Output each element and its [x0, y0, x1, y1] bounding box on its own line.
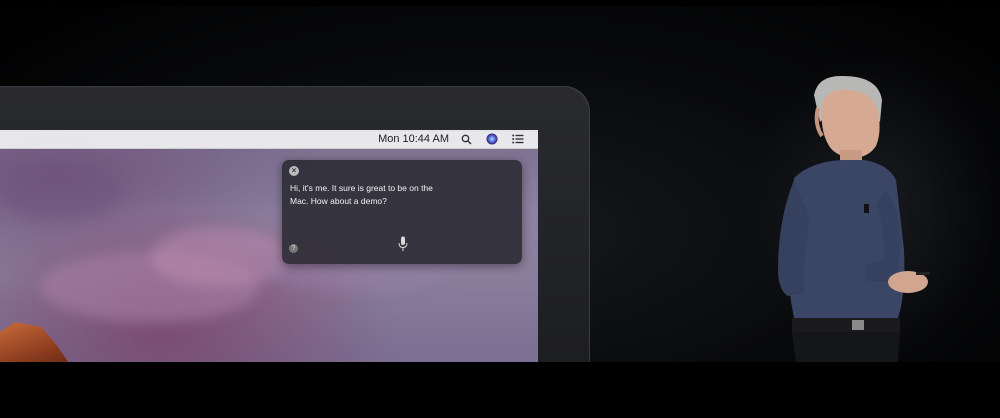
- menu-bar-clock[interactable]: Mon 10:44 AM: [378, 133, 449, 145]
- wallpaper-mountain: [0, 322, 75, 362]
- letterbox-top: [0, 0, 1000, 6]
- notification-center-icon[interactable]: [512, 134, 524, 144]
- presenter: [748, 50, 1000, 362]
- close-icon[interactable]: ×: [289, 166, 299, 176]
- help-icon[interactable]: ?: [289, 244, 298, 253]
- siri-response-text: Hi, it's me. It sure is great to be on t…: [290, 183, 433, 206]
- siri-panel: × Hi, it's me. It sure is great to be on…: [282, 160, 522, 264]
- search-icon[interactable]: [461, 134, 472, 145]
- siri-icon[interactable]: [486, 133, 498, 145]
- menu-bar: Mon 10:44 AM: [0, 130, 538, 149]
- microphone-icon[interactable]: [398, 236, 408, 257]
- wallpaper-cloud: [0, 162, 120, 222]
- letterbox-bottom: [0, 362, 1000, 418]
